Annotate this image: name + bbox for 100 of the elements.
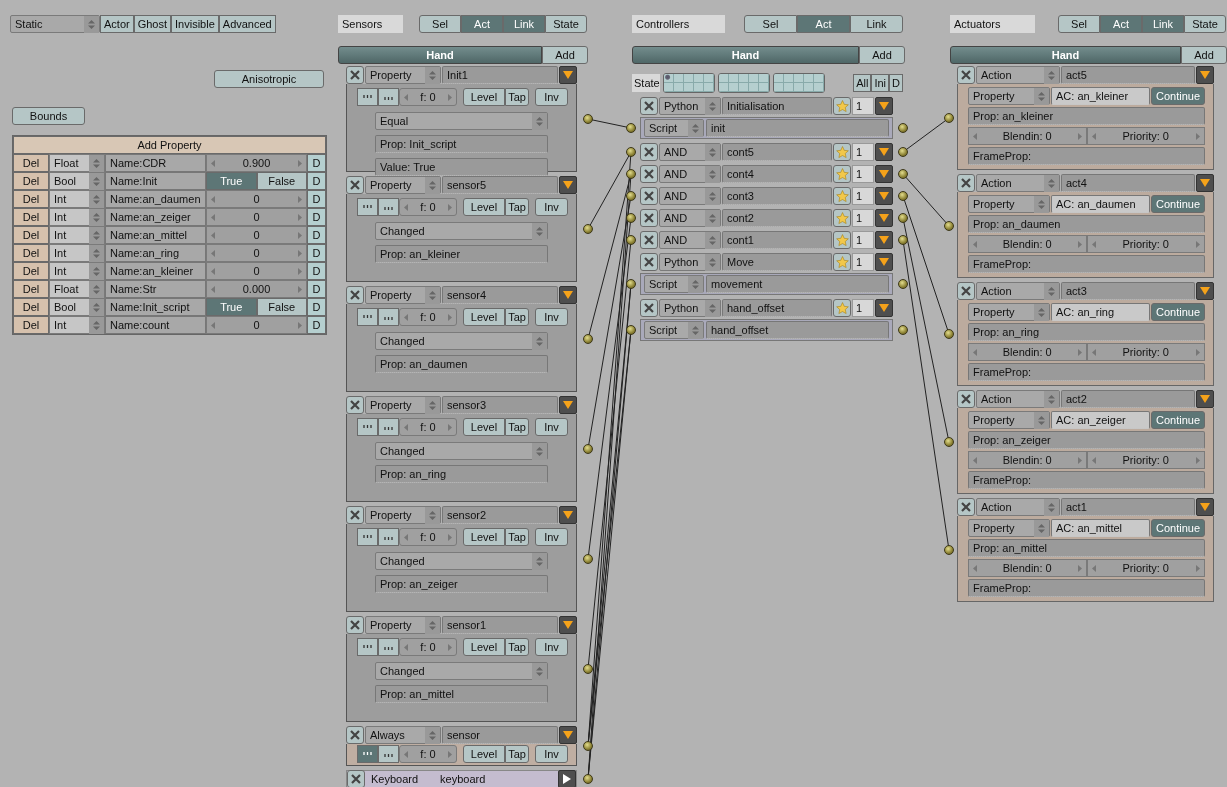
add-property-button[interactable]: Add Property bbox=[13, 136, 326, 154]
debug-toggle[interactable]: D bbox=[307, 298, 326, 316]
connector-dot[interactable] bbox=[583, 334, 593, 344]
pulse-false-button[interactable] bbox=[378, 745, 399, 763]
pulse-true-button[interactable] bbox=[357, 418, 378, 436]
level-toggle[interactable]: Level bbox=[463, 418, 505, 436]
property-field[interactable]: Prop: an_ring bbox=[968, 323, 1205, 341]
bounds-type-dropdown[interactable]: Static bbox=[10, 15, 100, 33]
add-button[interactable]: Add bbox=[1181, 46, 1227, 64]
invert-toggle[interactable]: Inv bbox=[535, 418, 568, 436]
name-field[interactable]: Name:Init_script bbox=[105, 298, 206, 316]
frame-property-field[interactable]: FrameProp: bbox=[968, 255, 1205, 273]
frequency-stepper[interactable]: f: 0 bbox=[399, 528, 457, 546]
delete-button[interactable]: Del bbox=[13, 172, 49, 190]
type-dropdown[interactable]: Int bbox=[49, 208, 105, 226]
collapse-button[interactable] bbox=[559, 726, 577, 744]
type-dropdown[interactable]: Float bbox=[49, 154, 105, 172]
value-field[interactable]: Value: True bbox=[375, 158, 548, 176]
type-dropdown[interactable]: AND bbox=[659, 165, 721, 183]
state-cell[interactable] bbox=[664, 83, 674, 92]
pulse-false-button[interactable] bbox=[378, 418, 399, 436]
connector-dot[interactable] bbox=[626, 123, 636, 133]
connector-dot[interactable] bbox=[944, 113, 954, 123]
delete-button[interactable] bbox=[640, 165, 658, 183]
state-cell[interactable] bbox=[739, 83, 749, 92]
invert-toggle[interactable]: Inv bbox=[535, 88, 568, 106]
delete-button[interactable]: Del bbox=[13, 154, 49, 172]
name-field[interactable]: act4 bbox=[1061, 174, 1195, 192]
state-cell[interactable] bbox=[694, 83, 704, 92]
delete-button[interactable] bbox=[957, 174, 975, 192]
value-stepper[interactable]: 0 bbox=[206, 190, 307, 208]
connector-dot[interactable] bbox=[944, 437, 954, 447]
state-cell[interactable] bbox=[694, 74, 704, 83]
state-cell[interactable] bbox=[794, 83, 804, 92]
script-dropdown[interactable]: Script bbox=[644, 321, 704, 339]
blendin-stepper[interactable]: Blendin: 0 bbox=[968, 235, 1087, 253]
name-field[interactable]: cont1 bbox=[722, 231, 832, 249]
pulse-true-button[interactable] bbox=[357, 745, 378, 763]
type-dropdown[interactable]: Int bbox=[49, 262, 105, 280]
name-field[interactable]: sensor bbox=[442, 726, 558, 744]
type-dropdown[interactable]: Action bbox=[976, 498, 1060, 516]
delete-button[interactable] bbox=[640, 143, 658, 161]
debug-toggle[interactable]: D bbox=[307, 280, 326, 298]
debug-toggle[interactable]: D bbox=[307, 262, 326, 280]
name-field[interactable]: act2 bbox=[1061, 390, 1195, 408]
delete-button[interactable]: Del bbox=[13, 280, 49, 298]
collapse-button[interactable] bbox=[559, 66, 577, 84]
invert-toggle[interactable]: Inv bbox=[535, 198, 568, 216]
name-field[interactable]: Init1 bbox=[442, 66, 558, 84]
collapse-button[interactable] bbox=[559, 286, 577, 304]
true-toggle[interactable]: True bbox=[206, 172, 257, 190]
name-field[interactable]: sensor2 bbox=[442, 506, 558, 524]
frequency-stepper[interactable]: f: 0 bbox=[399, 638, 457, 656]
continue-toggle[interactable]: Continue bbox=[1151, 519, 1205, 537]
state-cell[interactable] bbox=[674, 74, 684, 83]
filter-toggle[interactable]: State bbox=[1184, 15, 1226, 33]
tap-toggle[interactable]: Tap bbox=[505, 745, 529, 763]
delete-button[interactable] bbox=[957, 66, 975, 84]
name-field[interactable]: cont3 bbox=[722, 187, 832, 205]
pulse-false-button[interactable] bbox=[378, 528, 399, 546]
connector-dot[interactable] bbox=[626, 235, 636, 245]
delete-button[interactable] bbox=[640, 187, 658, 205]
priority-stepper[interactable]: Priority: 0 bbox=[1086, 343, 1205, 361]
state-cell[interactable] bbox=[774, 83, 784, 92]
name-field[interactable]: act3 bbox=[1061, 282, 1195, 300]
action-field[interactable]: AC: an_zeiger bbox=[1051, 411, 1150, 429]
action-field[interactable]: AC: an_ring bbox=[1051, 303, 1150, 321]
delete-button[interactable] bbox=[640, 209, 658, 227]
physics-toggle[interactable]: Advanced bbox=[218, 15, 276, 33]
value-stepper[interactable]: 0 bbox=[206, 316, 307, 334]
connector-dot[interactable] bbox=[944, 221, 954, 231]
collapse-button[interactable] bbox=[875, 165, 893, 183]
name-field[interactable]: Initialisation bbox=[722, 97, 832, 115]
collapse-button[interactable] bbox=[1196, 174, 1214, 192]
type-dropdown[interactable]: Int bbox=[49, 190, 105, 208]
level-toggle[interactable]: Level bbox=[463, 528, 505, 546]
value-stepper[interactable]: 0.900 bbox=[206, 154, 307, 172]
collapse-button[interactable] bbox=[1196, 66, 1214, 84]
value-stepper[interactable]: 0 bbox=[206, 262, 307, 280]
type-dropdown[interactable]: AND bbox=[659, 143, 721, 161]
mode-dropdown[interactable]: Changed bbox=[375, 552, 548, 570]
type-dropdown[interactable]: Bool bbox=[49, 172, 105, 190]
connector-dot[interactable] bbox=[626, 325, 636, 335]
connector-dot[interactable] bbox=[944, 329, 954, 339]
delete-button[interactable] bbox=[347, 770, 365, 787]
invert-toggle[interactable]: Inv bbox=[535, 528, 568, 546]
connector-dot[interactable] bbox=[626, 191, 636, 201]
collapse-button[interactable] bbox=[558, 770, 576, 787]
state-cell[interactable] bbox=[729, 74, 739, 83]
physics-toggle[interactable]: Actor bbox=[100, 15, 134, 33]
name-field[interactable]: sensor3 bbox=[442, 396, 558, 414]
delete-button[interactable] bbox=[346, 506, 364, 524]
script-dropdown[interactable]: Script bbox=[644, 119, 704, 137]
connector-dot[interactable] bbox=[583, 224, 593, 234]
mode-dropdown[interactable]: Changed bbox=[375, 222, 548, 240]
delete-button[interactable] bbox=[640, 97, 658, 115]
filter-toggle[interactable]: Link bbox=[850, 15, 903, 33]
pulse-true-button[interactable] bbox=[357, 308, 378, 326]
name-field[interactable]: Name:an_ring bbox=[105, 244, 206, 262]
debug-toggle[interactable]: D bbox=[307, 226, 326, 244]
